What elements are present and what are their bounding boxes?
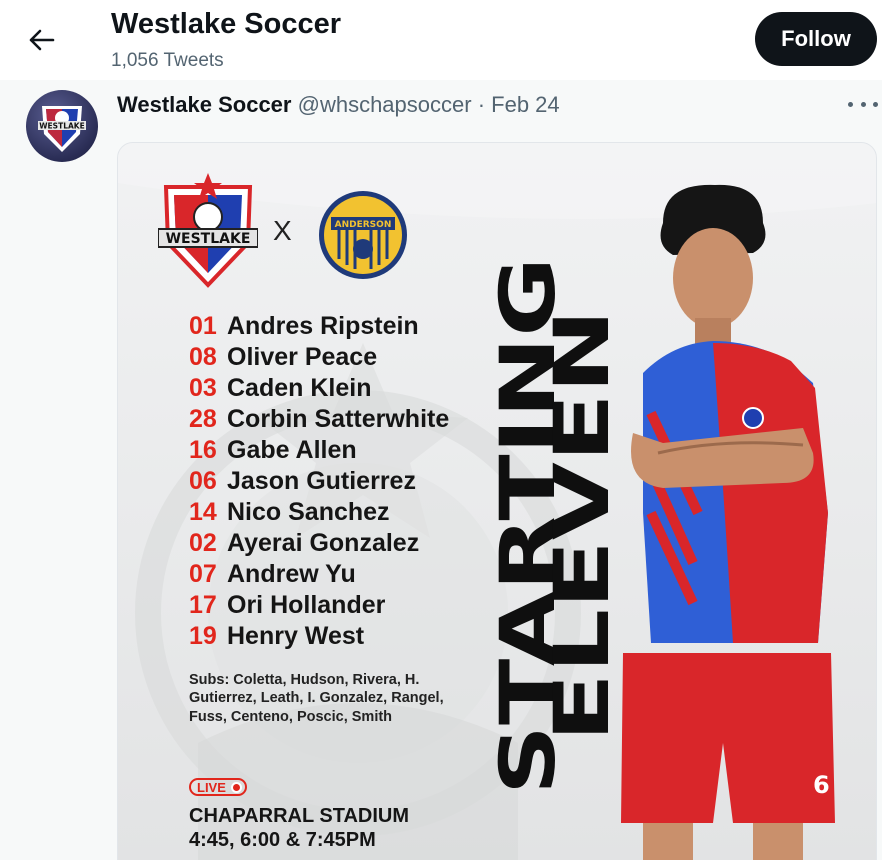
player-name: Jason Gutierrez	[227, 467, 416, 495]
avatar[interactable]: WESTLAKE	[26, 90, 98, 162]
ellipsis-icon	[848, 101, 853, 107]
tweet-date[interactable]: Feb 24	[491, 92, 560, 117]
jersey-number: 6	[813, 771, 830, 799]
westlake-crest-icon: WESTLAKE	[158, 173, 258, 288]
avatar-logo-text: WESTLAKE	[39, 122, 84, 131]
live-dot-icon	[231, 782, 242, 793]
player-name: Ayerai Gonzalez	[227, 529, 420, 557]
lineup-row: 02 Ayerai Gonzalez	[189, 528, 449, 559]
profile-header: Westlake Soccer 1,056 Tweets Follow	[0, 0, 882, 80]
starting-eleven-title: STARTING ELEVEN	[496, 257, 616, 795]
player-number: 19	[189, 622, 217, 650]
player-number: 02	[189, 529, 217, 557]
lineup-row: 07 Andrew Yu	[189, 559, 449, 590]
author-name[interactable]: Westlake Soccer	[117, 92, 291, 117]
anderson-crest-text: ANDERSON	[335, 220, 392, 230]
player-number: 01	[189, 312, 217, 340]
tweet-count: 1,056 Tweets	[111, 50, 224, 71]
player-number: 14	[189, 498, 217, 526]
profile-title: Westlake Soccer	[111, 8, 341, 40]
westlake-crest-text: WESTLAKE	[166, 231, 251, 247]
lineup-row: 03 Caden Klein	[189, 373, 449, 404]
substitutes-list: Subs: Coletta, Hudson, Rivera, H. Gutier…	[189, 672, 444, 725]
back-button[interactable]	[22, 22, 62, 58]
player-name: Andrew Yu	[227, 560, 356, 588]
player-number: 08	[189, 343, 217, 371]
more-options-button[interactable]	[848, 94, 878, 114]
anderson-crest-icon: ANDERSON	[319, 191, 407, 279]
player-name: Corbin Satterwhite	[227, 405, 450, 433]
player-number: 28	[189, 405, 217, 433]
starting-lineup: 01 Andres Ripstein 08 Oliver Peace 03 Caden…	[189, 311, 449, 652]
player-number: 16	[189, 436, 217, 464]
live-badge: LIVE	[189, 778, 247, 796]
follow-button[interactable]: Follow	[755, 12, 877, 66]
author-handle[interactable]: @whschapsoccer	[298, 92, 472, 117]
player-name: Gabe Allen	[227, 436, 357, 464]
live-label: LIVE	[197, 779, 226, 795]
match-times: 4:45, 6:00 & 7:45PM	[189, 829, 376, 851]
player-name: Ori Hollander	[227, 591, 386, 619]
lineup-row: 28 Corbin Satterwhite	[189, 404, 449, 435]
player-name: Oliver Peace	[227, 343, 378, 371]
lineup-row: 06 Jason Gutierrez	[189, 466, 449, 497]
player-name: Henry West	[227, 622, 365, 650]
lineup-row: 01 Andres Ripstein	[189, 311, 449, 342]
tweet-meta: Westlake Soccer @whschapsoccer · Feb 24	[117, 92, 560, 118]
player-number: 03	[189, 374, 217, 402]
player-photo: 6	[621, 184, 835, 860]
player-number: 17	[189, 591, 217, 619]
player-name: Nico Sanchez	[227, 498, 390, 526]
versus-separator: X	[273, 215, 292, 246]
lineup-row: 19 Henry West	[189, 621, 449, 652]
lineup-row: 17 Ori Hollander	[189, 590, 449, 621]
lineup-row: 14 Nico Sanchez	[189, 497, 449, 528]
lineup-row: 08 Oliver Peace	[189, 342, 449, 373]
player-name: Caden Klein	[227, 374, 372, 402]
westlake-logo-icon: WESTLAKE	[38, 106, 86, 152]
arrow-left-icon	[29, 29, 55, 51]
player-number: 07	[189, 560, 217, 588]
meta-separator: ·	[477, 92, 486, 117]
venue-name: CHAPARRAL STADIUM	[189, 805, 409, 827]
player-name: Andres Ripstein	[227, 312, 419, 340]
tweet-media-image[interactable]: WESTLAKE X ANDERSON 01 Andres Ripstein 08…	[117, 142, 877, 860]
player-number: 06	[189, 467, 217, 495]
lineup-row: 16 Gabe Allen	[189, 435, 449, 466]
